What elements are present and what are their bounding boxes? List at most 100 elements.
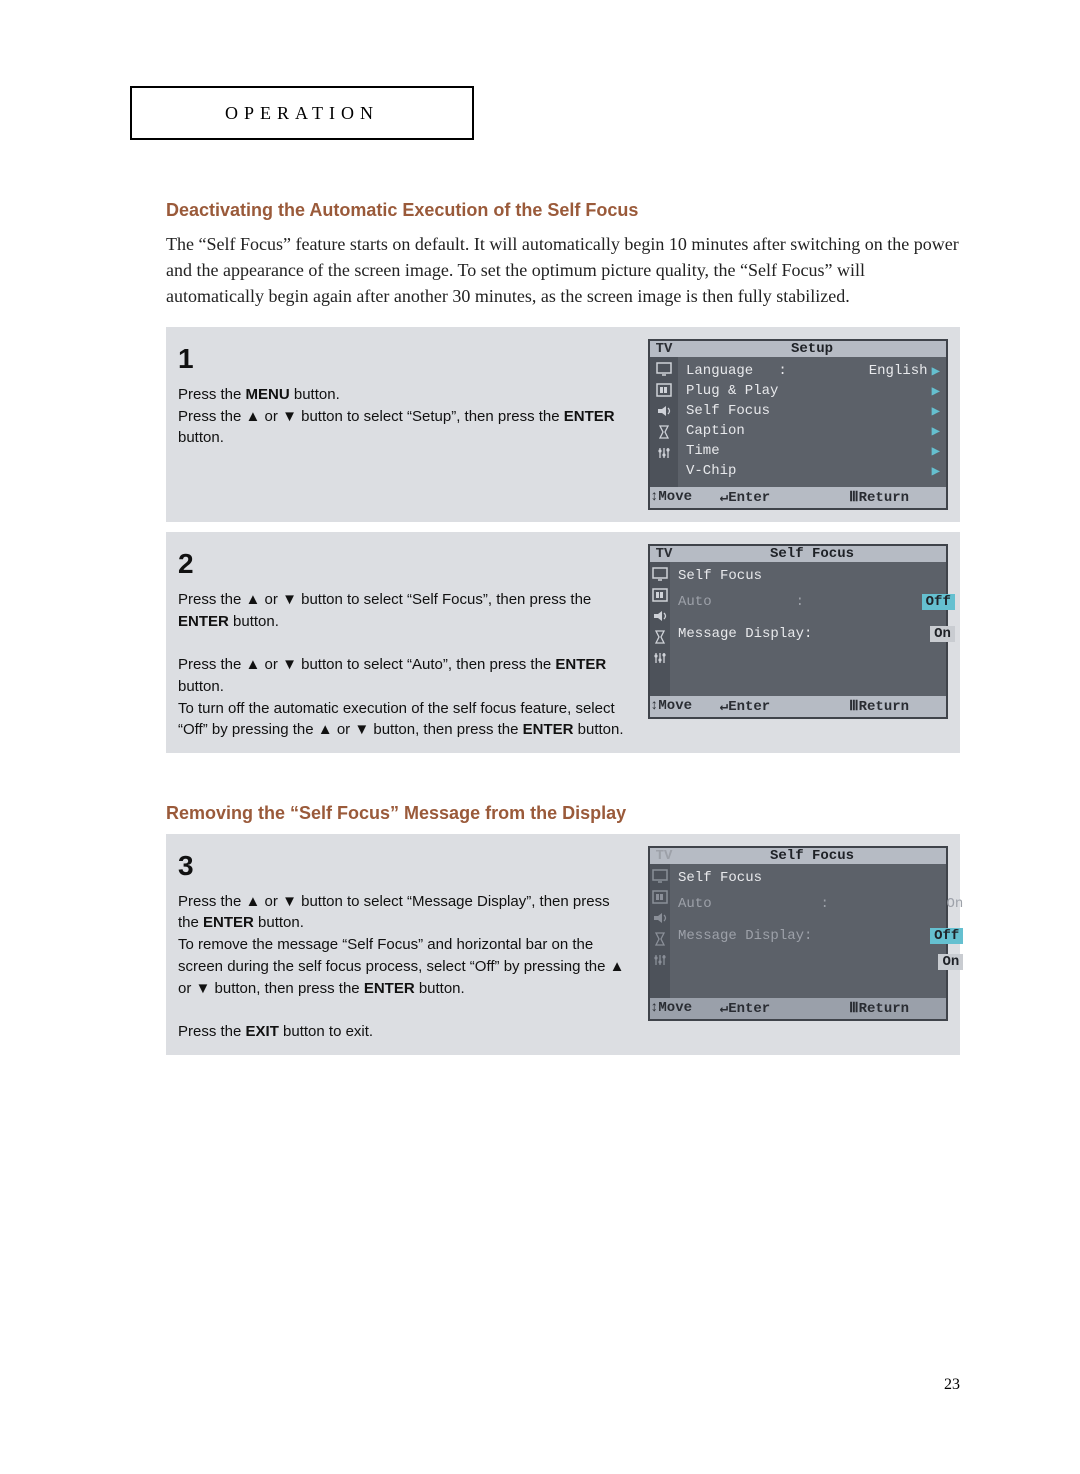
osd-hint: Enter bbox=[728, 490, 770, 506]
timer-icon[interactable] bbox=[650, 930, 670, 948]
osd-value: English bbox=[865, 363, 932, 379]
text: or bbox=[260, 656, 282, 673]
up-arrow-icon: ▲ bbox=[246, 656, 261, 673]
setup-icon[interactable] bbox=[650, 649, 670, 667]
enter-icon: ↵ bbox=[720, 490, 728, 506]
section-heading: Deactivating the Automatic Execution of … bbox=[166, 200, 960, 221]
up-arrow-icon: ▲ bbox=[246, 591, 261, 608]
page-number: 23 bbox=[944, 1376, 960, 1394]
text: Press the bbox=[178, 1023, 246, 1040]
osd-label: Plug & Play bbox=[686, 383, 932, 399]
sound-icon[interactable] bbox=[654, 402, 674, 420]
osd-row-msg[interactable]: Message Display : Off bbox=[678, 920, 963, 952]
colon: : bbox=[820, 896, 828, 912]
enter-label: ENTER bbox=[523, 721, 574, 738]
sound-icon[interactable] bbox=[650, 909, 670, 927]
osd-row-opt-on[interactable]: On bbox=[678, 952, 963, 972]
down-arrow-icon: ▼ bbox=[354, 721, 369, 738]
text: or bbox=[260, 591, 282, 608]
osd-hint: Return bbox=[859, 699, 909, 715]
timer-icon[interactable] bbox=[650, 628, 670, 646]
osd-label: V-Chip bbox=[686, 463, 932, 479]
text: To remove the message “Self Focus” and h… bbox=[178, 936, 610, 975]
tv-icon[interactable] bbox=[650, 565, 670, 583]
osd-label: Self Focus bbox=[686, 403, 932, 419]
menu-icon: Ⅲ bbox=[849, 699, 859, 715]
osd-value: On bbox=[946, 896, 963, 912]
osd-row-vchip[interactable]: V-Chip▶ bbox=[686, 461, 940, 481]
osd-tv-badge: TV bbox=[650, 341, 678, 357]
text: or bbox=[260, 893, 282, 910]
chevron-right-icon: ▶ bbox=[932, 443, 940, 460]
osd-row-auto[interactable]: Auto : Off bbox=[678, 586, 955, 618]
text: button. bbox=[290, 386, 340, 403]
enter-icon: ↵ bbox=[720, 1001, 728, 1017]
osd-row-plugplay[interactable]: Plug & Play▶ bbox=[686, 381, 940, 401]
osd-footer: ↕Move ↵Enter ⅢReturn bbox=[650, 487, 946, 508]
osd-tv-badge: TV bbox=[650, 848, 678, 864]
picture-icon[interactable] bbox=[650, 586, 670, 604]
down-arrow-icon: ▼ bbox=[282, 591, 297, 608]
osd-title: Self Focus bbox=[678, 848, 946, 864]
osd-label: Message Display bbox=[678, 928, 804, 944]
chevron-right-icon: ▶ bbox=[932, 363, 940, 380]
osd-row-selffocus[interactable]: Self Focus▶ bbox=[686, 401, 940, 421]
osd-row-time[interactable]: Time▶ bbox=[686, 441, 940, 461]
enter-label: ENTER bbox=[364, 980, 415, 997]
osd-row-caption[interactable]: Caption▶ bbox=[686, 421, 940, 441]
setup-icon[interactable] bbox=[654, 444, 674, 462]
osd-label: Message Display bbox=[678, 626, 804, 642]
step-number: 2 bbox=[178, 544, 630, 585]
tv-icon[interactable] bbox=[650, 867, 670, 885]
colon: : bbox=[796, 594, 804, 610]
osd-footer: ↕Move ↵Enter ⅢReturn bbox=[650, 696, 946, 717]
down-arrow-icon: ▼ bbox=[282, 656, 297, 673]
text: button, then press the bbox=[369, 721, 522, 738]
down-arrow-icon: ▼ bbox=[196, 980, 211, 997]
osd-label: Time bbox=[686, 443, 932, 459]
osd-title: Self Focus bbox=[678, 546, 946, 562]
osd-row-language[interactable]: Language : English ▶ bbox=[686, 361, 940, 381]
osd-label: Language : bbox=[686, 363, 865, 379]
osd-row-self[interactable]: Self Focus bbox=[678, 566, 955, 586]
osd-row-msg[interactable]: Message Display : On bbox=[678, 618, 955, 650]
setup-icon[interactable] bbox=[650, 951, 670, 969]
osd-label: Caption bbox=[686, 423, 932, 439]
step-2-body: Press the ▲ or ▼ button to select “Self … bbox=[178, 589, 630, 741]
text: button. bbox=[178, 429, 224, 446]
enter-label: ENTER bbox=[178, 613, 229, 630]
text: button to select “Auto”, then press the bbox=[297, 656, 555, 673]
text: button. bbox=[229, 613, 279, 630]
picture-icon[interactable] bbox=[650, 888, 670, 906]
osd-row-auto[interactable]: Auto : On bbox=[678, 888, 963, 920]
tv-icon[interactable] bbox=[654, 360, 674, 378]
text: button. bbox=[178, 678, 224, 695]
osd-hint: Return bbox=[859, 490, 909, 506]
osd-label: Auto bbox=[678, 594, 796, 610]
osd-tv-badge: TV bbox=[650, 546, 678, 562]
timer-icon[interactable] bbox=[654, 423, 674, 441]
enter-icon: ↵ bbox=[720, 699, 728, 715]
enter-label: ENTER bbox=[564, 408, 615, 425]
colon: : bbox=[804, 928, 812, 944]
osd-selffocus-2: TV Self Focus Self Focus Auto bbox=[648, 846, 948, 1043]
colon: : bbox=[804, 626, 812, 642]
osd-hint: Enter bbox=[728, 1001, 770, 1017]
osd-row-self[interactable]: Self Focus bbox=[678, 868, 963, 888]
manual-page: OPERATION Deactivating the Automatic Exe… bbox=[0, 0, 1080, 1474]
text: or bbox=[333, 721, 355, 738]
osd-option-off[interactable]: Off bbox=[930, 928, 963, 944]
osd-option-on[interactable]: On bbox=[938, 954, 963, 970]
osd-value-selected: Off bbox=[922, 594, 955, 610]
text: button to select “Self Focus”, then pres… bbox=[297, 591, 591, 608]
picture-icon[interactable] bbox=[654, 381, 674, 399]
step-1-text: 1 Press the MENU button. Press the ▲ or … bbox=[178, 339, 630, 510]
section-intro: The “Self Focus” feature starts on defau… bbox=[166, 231, 960, 309]
step-3-panel: 3 Press the ▲ or ▼ button to select “Mes… bbox=[166, 834, 960, 1055]
osd-category-icons bbox=[650, 864, 670, 998]
text: button. bbox=[573, 721, 623, 738]
chevron-right-icon: ▶ bbox=[932, 463, 940, 480]
chevron-right-icon: ▶ bbox=[932, 403, 940, 420]
sound-icon[interactable] bbox=[650, 607, 670, 625]
osd-hint: Return bbox=[859, 1001, 909, 1017]
